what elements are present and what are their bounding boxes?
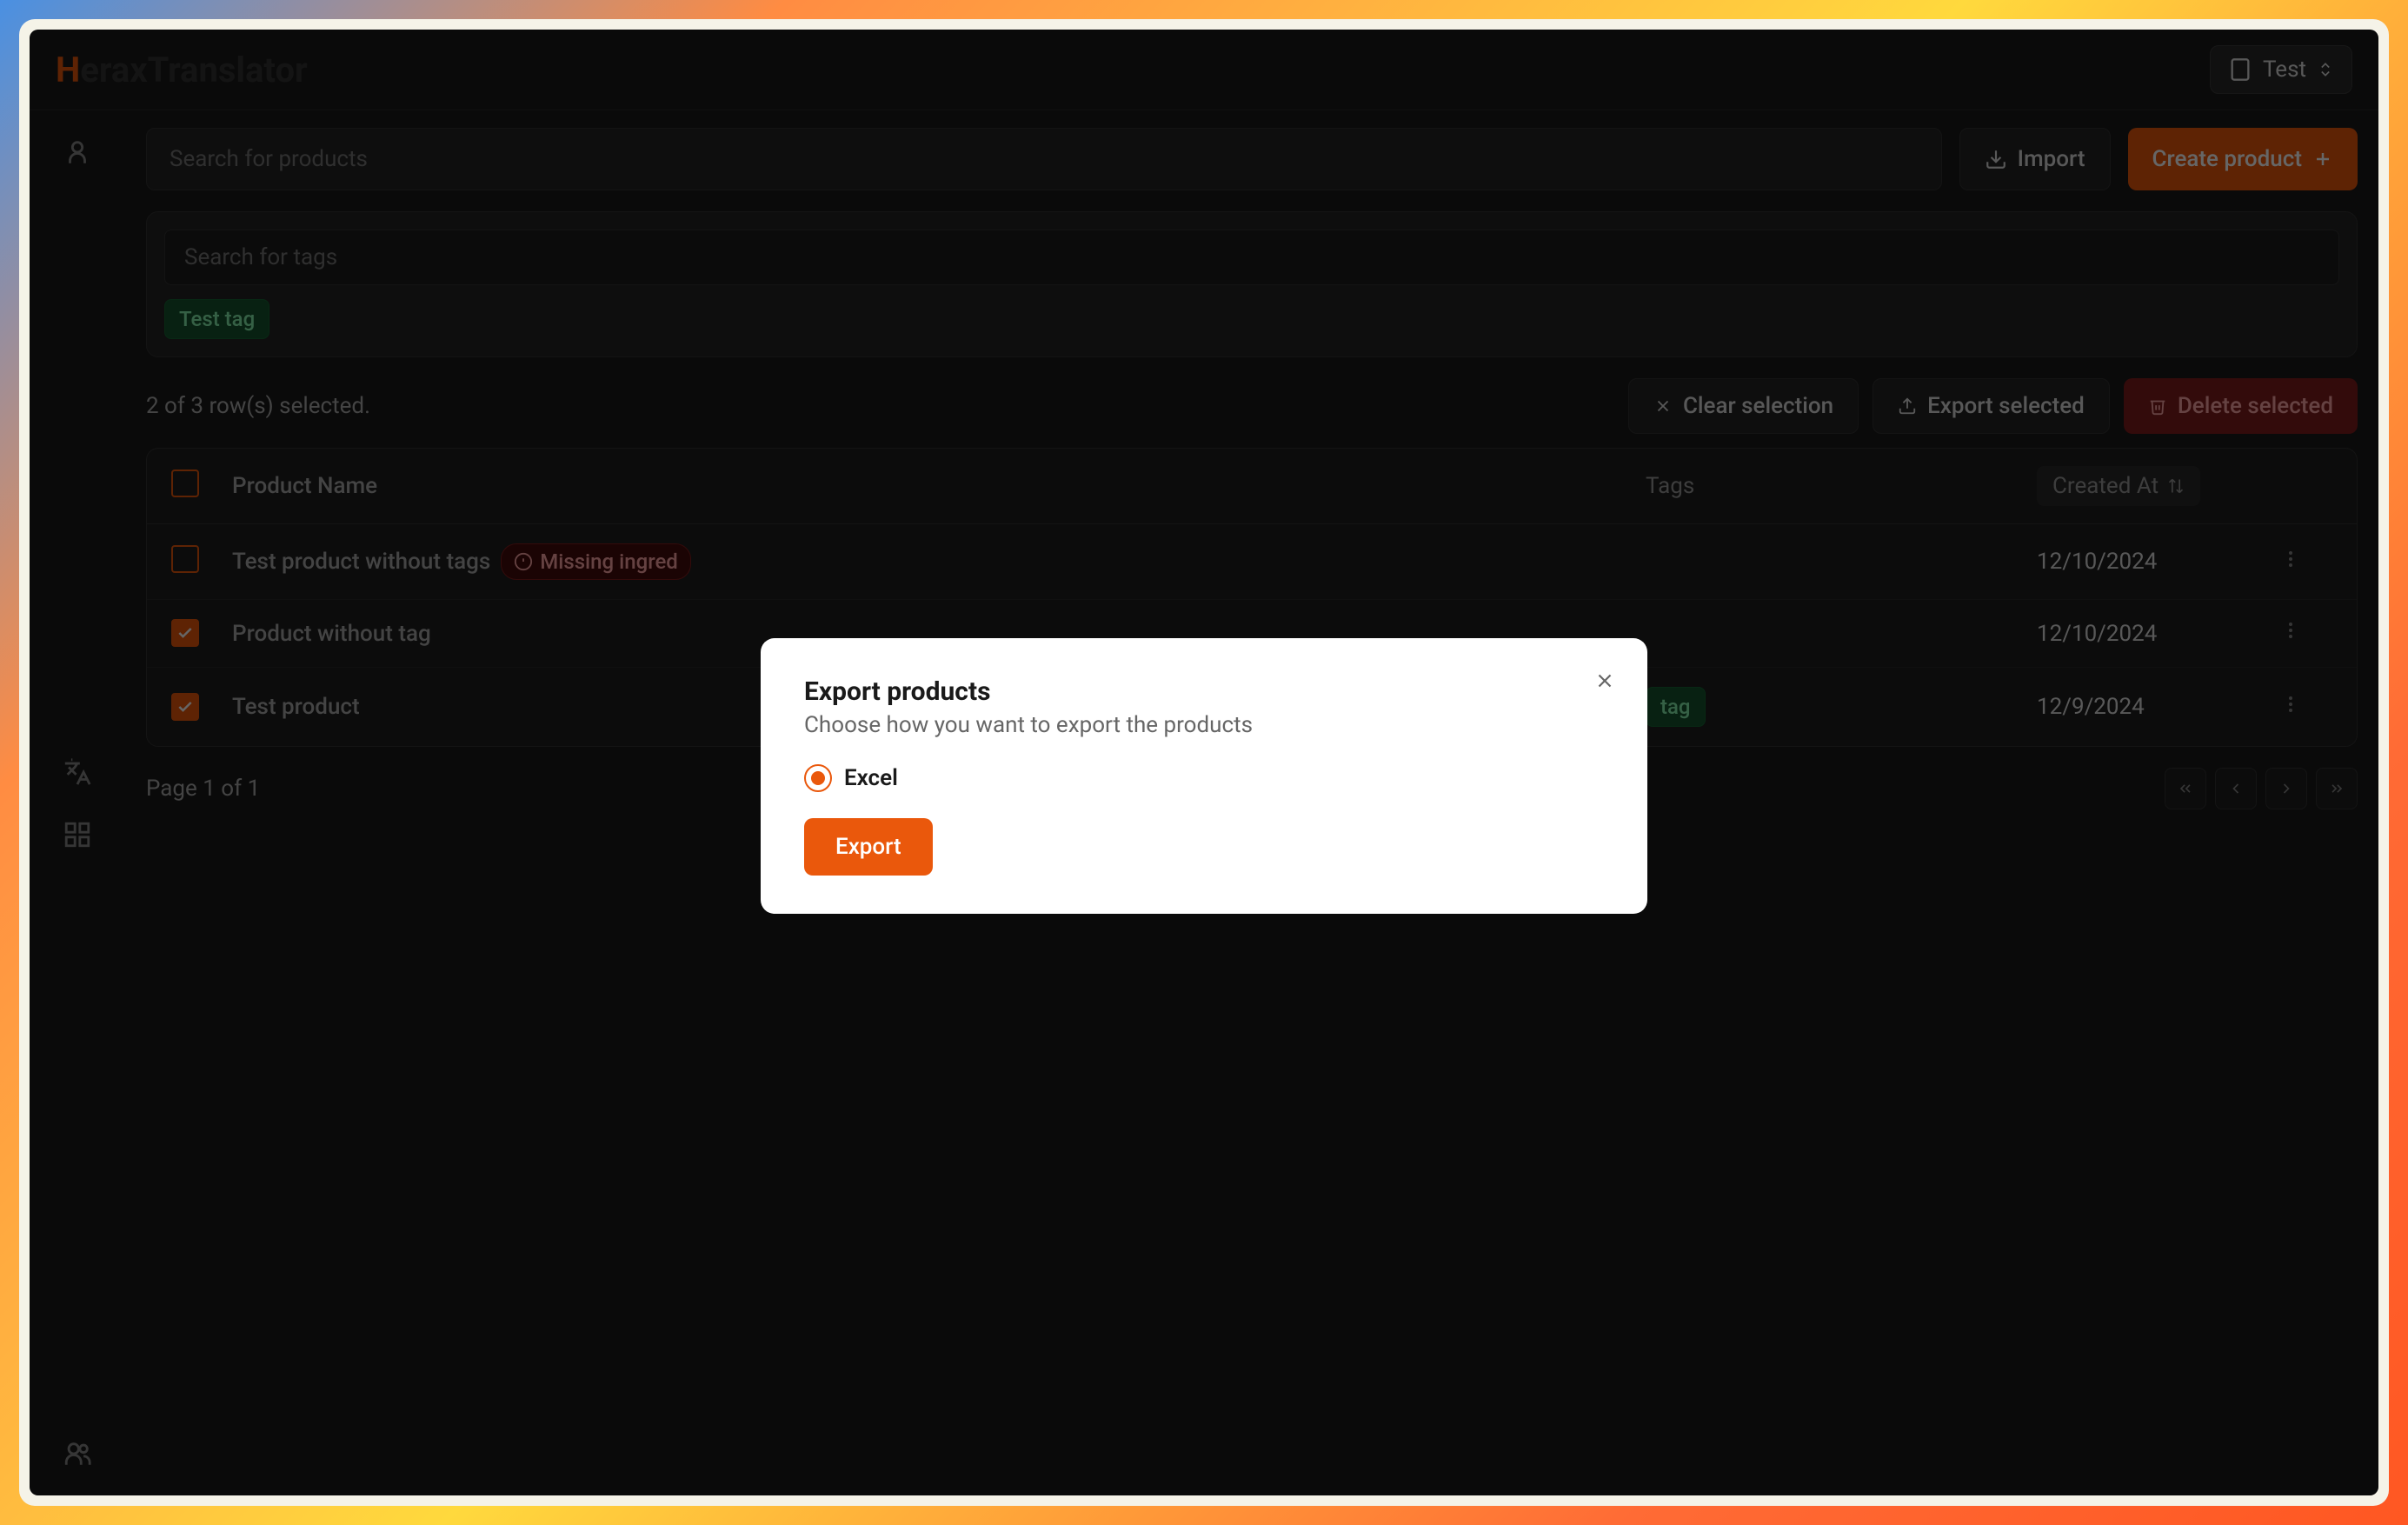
export-modal: Export products Choose how you want to e… [761, 638, 1647, 914]
radio-label: Excel [844, 765, 898, 791]
export-option-excel[interactable]: Excel [804, 764, 1604, 792]
modal-close-button[interactable] [1593, 669, 1616, 696]
modal-subtitle: Choose how you want to export the produc… [804, 712, 1604, 738]
radio-icon [804, 764, 832, 792]
export-button[interactable]: Export [804, 818, 933, 876]
modal-overlay[interactable]: Export products Choose how you want to e… [30, 30, 2378, 1495]
modal-title: Export products [804, 676, 1604, 707]
